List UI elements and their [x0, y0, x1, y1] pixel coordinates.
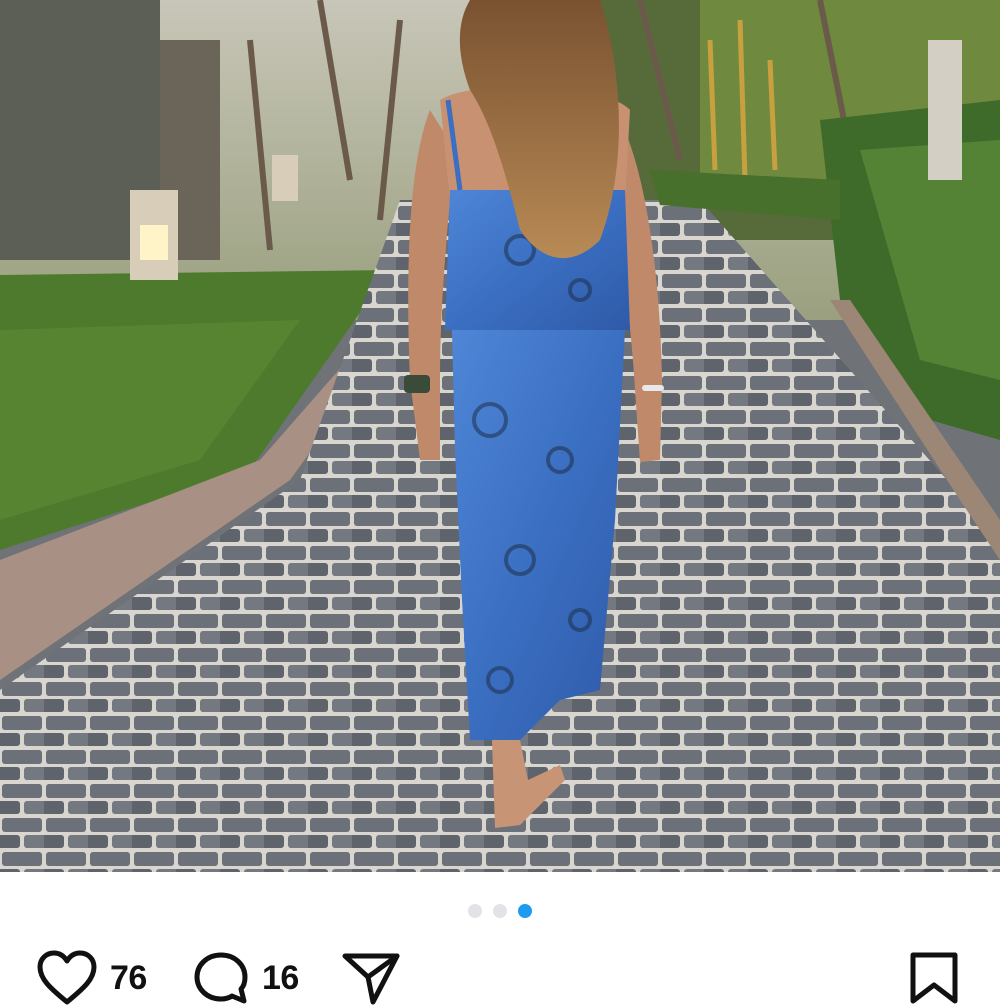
like-button[interactable]: 76 [36, 948, 147, 1008]
comment-button[interactable]: 16 [192, 948, 299, 1008]
post-action-bar: 76 16 [0, 948, 1000, 1008]
comment-count: 16 [262, 959, 299, 997]
paper-plane-icon [342, 953, 400, 1005]
post-photo[interactable] [0, 0, 1000, 872]
carousel-dot-active[interactable] [518, 904, 532, 918]
save-button[interactable] [906, 948, 962, 1008]
like-count: 76 [110, 959, 147, 997]
carousel-dot[interactable] [493, 904, 507, 918]
bookmark-icon [910, 952, 958, 1004]
carousel-indicator [0, 903, 1000, 919]
comment-bubble-icon [194, 952, 248, 1004]
share-button[interactable] [340, 948, 402, 1008]
heart-icon [37, 950, 97, 1005]
carousel-dot[interactable] [468, 904, 482, 918]
